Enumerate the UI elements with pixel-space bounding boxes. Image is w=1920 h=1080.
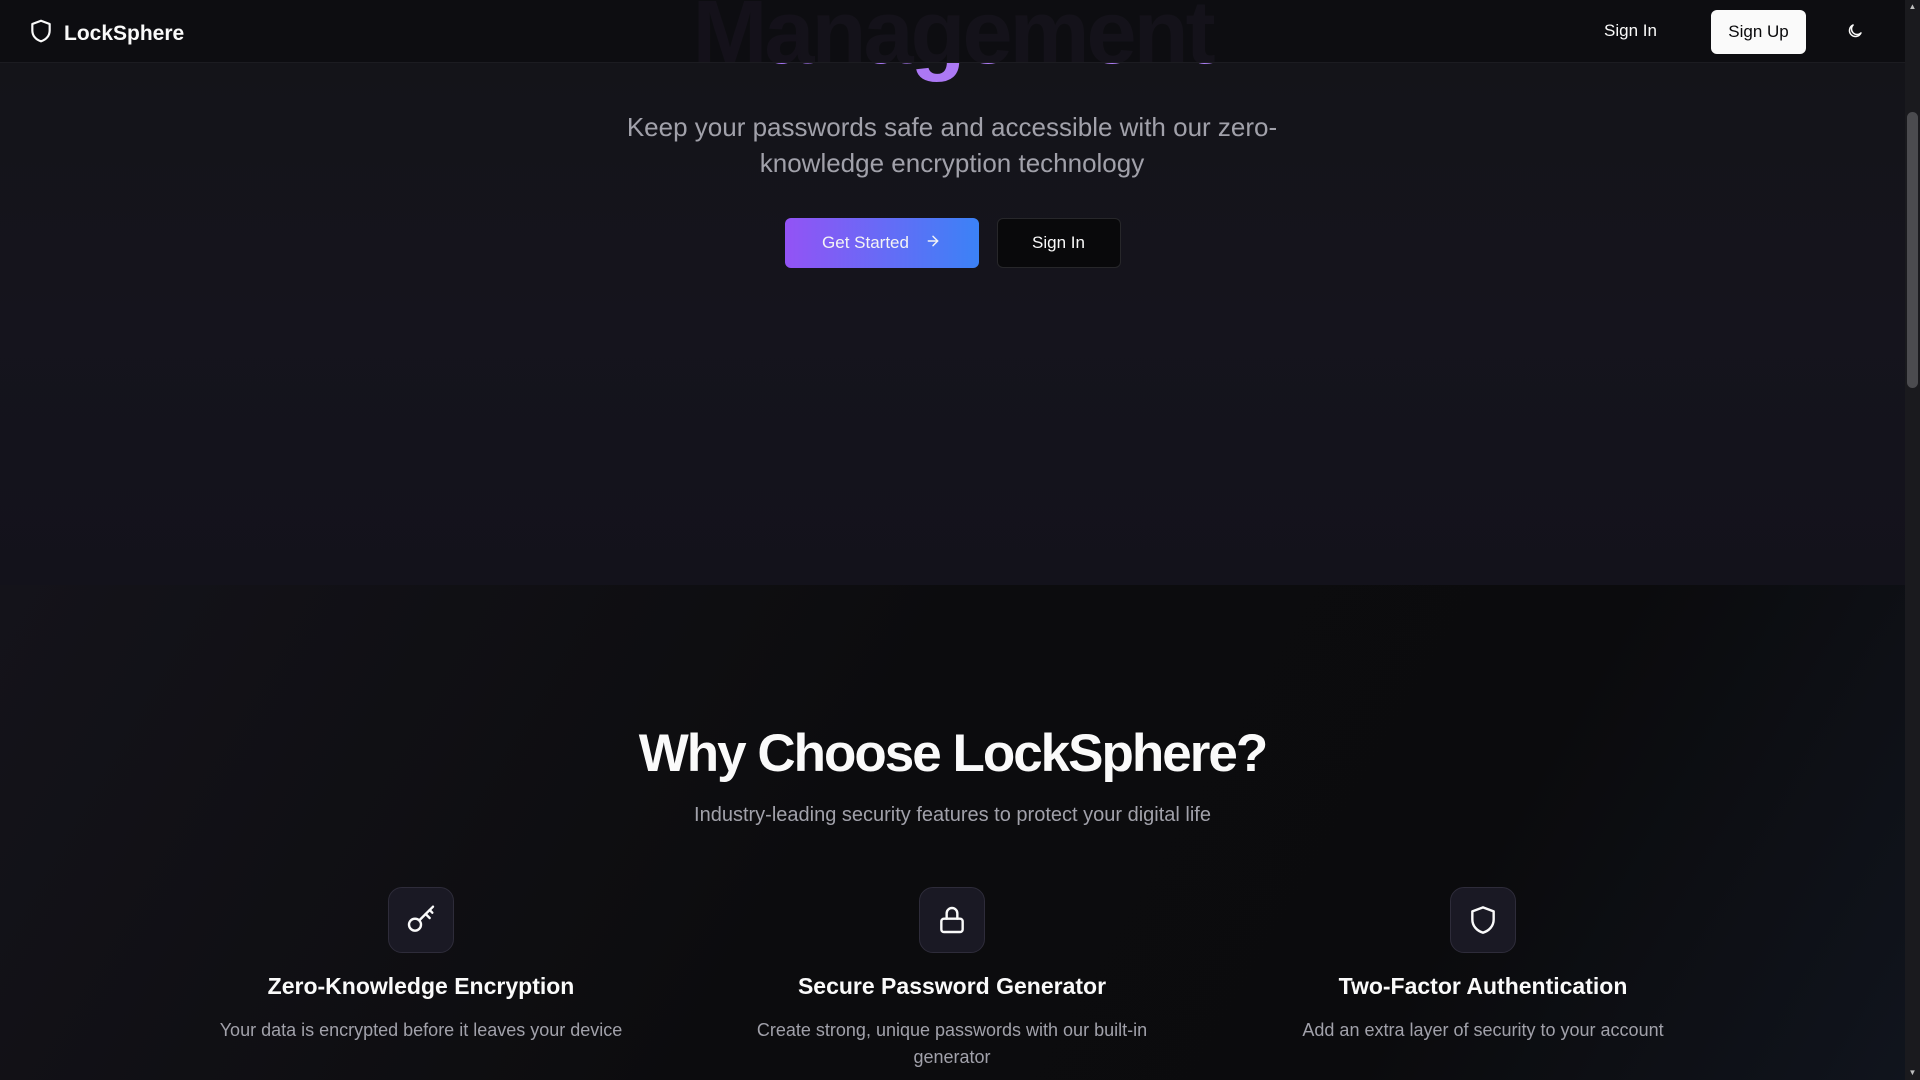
feature-description: Add an extra layer of security to your a… — [1302, 1020, 1664, 1040]
shield-icon — [28, 17, 54, 50]
lock-icon — [919, 887, 985, 953]
features-subtitle: Industry-leading security features to pr… — [694, 804, 1211, 826]
hero-subtitle: Keep your passwords safe and accessible … — [626, 112, 1278, 178]
feature-title: Zero-Knowledge Encryption — [267, 973, 575, 999]
nav-sign-in-button[interactable]: Sign In — [1590, 17, 1671, 45]
nav-sign-up-button[interactable]: Sign Up — [1711, 10, 1806, 54]
feature-title: Two-Factor Authentication — [1338, 973, 1628, 999]
arrow-right-icon — [925, 233, 941, 254]
get-started-label: Get Started — [822, 233, 909, 252]
feature-card-2fa: Two-Factor Authentication Add an extra l… — [1253, 887, 1713, 1044]
scroll-up-arrow-icon[interactable]: ▲ — [1905, 0, 1920, 14]
feature-description: Create strong, unique passwords with our… — [756, 1020, 1148, 1067]
moon-icon — [1846, 22, 1864, 43]
features-title: Why Choose LockSphere? — [638, 724, 1268, 783]
top-navbar: LockSphere Sign In Sign Up — [0, 0, 1905, 63]
theme-toggle-button[interactable] — [1838, 15, 1872, 49]
feature-card-generator: Secure Password Generator Create strong,… — [722, 887, 1182, 1071]
get-started-button[interactable]: Get Started — [784, 218, 979, 268]
feature-title: Secure Password Generator — [797, 973, 1107, 999]
scrollbar-thumb[interactable] — [1907, 112, 1918, 388]
key-icon — [388, 887, 454, 953]
hero-actions: Get Started Sign In — [0, 218, 1905, 268]
features-section: Why Choose LockSphere? Industry-leading … — [0, 585, 1905, 1080]
brand-logo-link[interactable]: LockSphere — [28, 17, 184, 50]
hero-section: Management Keep your passwords safe and … — [0, 0, 1905, 585]
feature-description: Your data is encrypted before it leaves … — [219, 1020, 623, 1040]
feature-card-encryption: Zero-Knowledge Encryption Your data is e… — [191, 887, 651, 1044]
shield-icon — [1450, 887, 1516, 953]
scroll-down-arrow-icon[interactable]: ▼ — [1905, 1066, 1920, 1080]
vertical-scrollbar[interactable]: ▲ ▼ — [1905, 0, 1920, 1080]
brand-name: LockSphere — [64, 21, 185, 45]
hero-sign-in-label: Sign In — [1032, 233, 1085, 252]
hero-sign-in-button[interactable]: Sign In — [996, 218, 1121, 268]
landing-page: Management Keep your passwords safe and … — [0, 0, 1905, 1080]
